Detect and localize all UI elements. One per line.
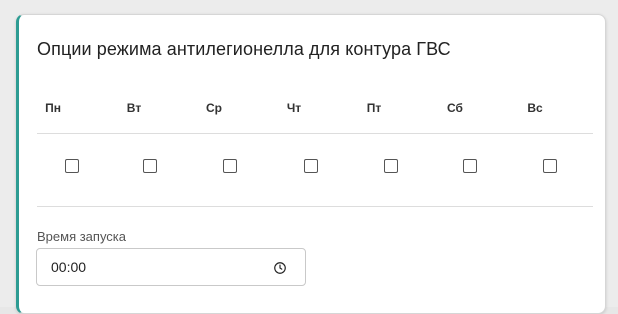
antilegionella-options-card: Опции режима антилегионелла для контура … <box>16 14 606 314</box>
divider-bottom <box>37 206 593 207</box>
start-time-input[interactable]: 00:00 <box>36 248 306 286</box>
weekday-label-tue: Вт <box>126 101 142 115</box>
start-time-value: 00:00 <box>51 259 87 275</box>
checkbox-wed[interactable] <box>223 159 237 173</box>
checkbox-fri[interactable] <box>384 159 398 173</box>
clock-icon[interactable] <box>273 261 287 275</box>
start-time-label: Время запуска <box>37 229 127 244</box>
checkbox-sun[interactable] <box>543 159 557 173</box>
weekday-header-row: Пн Вт Ср Чт Пт Сб Вс <box>19 101 605 117</box>
checkbox-mon[interactable] <box>65 159 79 173</box>
weekday-label-wed: Ср <box>206 101 222 115</box>
weekday-label-fri: Пт <box>366 101 382 115</box>
checkbox-sat[interactable] <box>463 159 477 173</box>
weekday-label-sat: Сб <box>447 101 463 115</box>
weekday-checkbox-row <box>19 159 605 179</box>
weekday-label-thu: Чт <box>286 101 302 115</box>
weekday-label-sun: Вс <box>527 101 543 115</box>
checkbox-thu[interactable] <box>304 159 318 173</box>
page-frame: Опции режима антилегионелла для контура … <box>0 0 618 314</box>
card-title: Опции режима антилегионелла для контура … <box>37 39 451 59</box>
checkbox-tue[interactable] <box>143 159 157 173</box>
divider-top <box>37 133 593 134</box>
weekday-label-mon: Пн <box>45 101 61 115</box>
